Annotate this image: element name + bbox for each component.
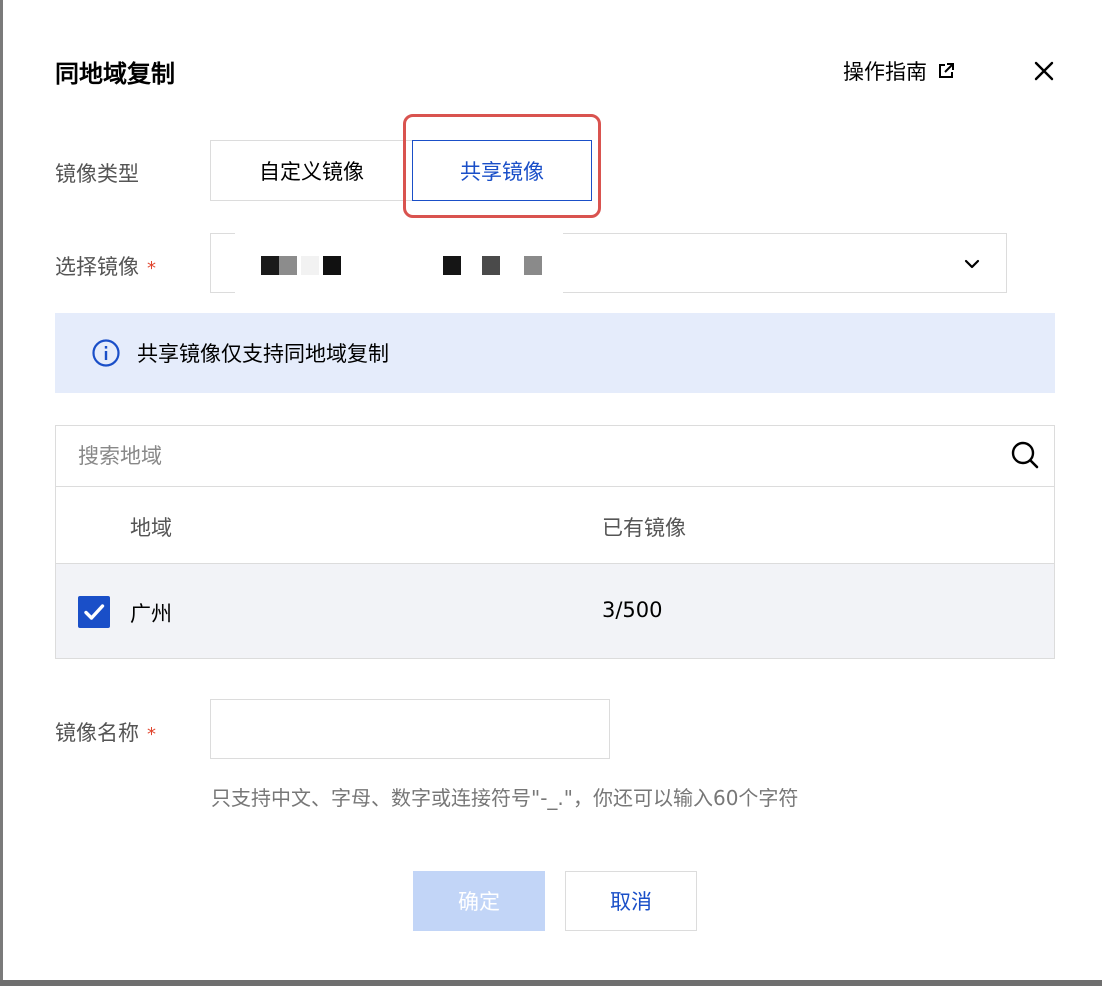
region-search [56,426,1054,487]
external-link-icon [939,63,954,78]
image-name-label-text: 镜像名称 [55,721,139,745]
redaction-block [279,256,297,275]
required-mark: * [147,258,156,279]
info-icon [92,339,120,367]
redacted-value [235,232,563,294]
image-type-label: 镜像类型 [55,162,139,186]
dialog-title: 同地域复制 [55,60,175,88]
highlight-box [403,114,601,218]
close-icon[interactable] [1029,56,1059,86]
redaction-block [261,256,279,275]
region-table: 地域 已有镜像 广州 3/500 [55,425,1055,659]
info-banner: 共享镜像仅支持同地域复制 [55,313,1055,393]
select-image-label-text: 选择镜像 [55,255,139,279]
table-header: 地域 已有镜像 [56,486,1054,564]
select-image-label: 选择镜像 * [55,251,156,281]
table-row[interactable]: 广州 3/500 [56,564,1054,658]
image-select[interactable] [210,232,1007,294]
redaction-block [482,256,500,275]
check-icon [84,604,105,620]
required-mark: * [147,724,156,745]
image-name-label: 镜像名称 * [55,717,156,747]
chevron-down-icon [964,259,980,269]
column-header-existing-images: 已有镜像 [602,516,686,540]
image-name-input[interactable] [210,699,610,759]
guide-link[interactable]: 操作指南 [843,56,955,86]
guide-link-label: 操作指南 [843,60,927,84]
redaction-block [301,256,319,275]
copy-dialog: 同地域复制 操作指南 镜像类型 自定义镜像 共享镜像 选择镜像 * 共享镜像仅支… [0,0,1102,980]
row-checkbox[interactable] [78,596,110,628]
redaction-block [323,256,341,275]
image-name-hint: 只支持中文、字母、数字或连接符号"-_."，你还可以输入60个字符 [211,786,799,810]
banner-text: 共享镜像仅支持同地域复制 [137,342,389,366]
search-input[interactable] [56,426,1010,486]
redaction-block [443,256,461,275]
row-region: 广州 [130,602,172,626]
option-custom-image[interactable]: 自定义镜像 [210,140,412,201]
column-header-region: 地域 [130,516,172,540]
redaction-block [524,256,542,275]
confirm-button[interactable]: 确定 [413,871,545,931]
search-icon[interactable] [1010,440,1040,470]
row-image-count: 3/500 [602,598,663,622]
cancel-button[interactable]: 取消 [565,871,697,931]
